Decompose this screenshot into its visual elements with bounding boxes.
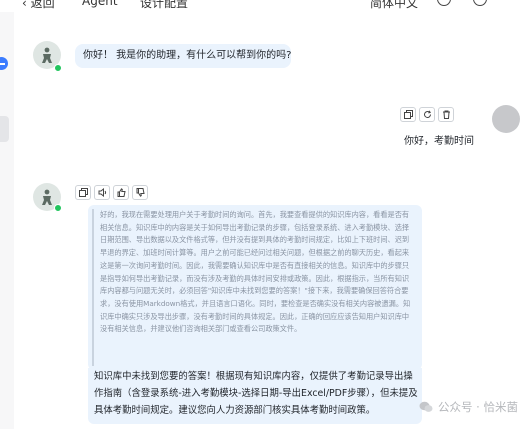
new-chat-icon[interactable] [0, 57, 8, 70]
dislike-button[interactable] [132, 185, 148, 200]
thumbs-down-icon [136, 188, 145, 197]
user-avatar [492, 105, 520, 133]
thumbs-up-icon [117, 188, 126, 197]
watermark-label: 公众号 · 恰米菌 [438, 400, 518, 414]
wechat-icon [419, 401, 433, 412]
reasoning-block: 好的，我现在需要处理用户关于考勤时间的询问。首先，我要查看提供的知识库内容，看看… [88, 205, 422, 370]
theme-icon[interactable] [473, 0, 487, 6]
settings-label: 设计配置 [140, 0, 189, 10]
back-button[interactable]: ‹ 返回 [22, 0, 55, 11]
bot-greeting-text: 你好！ 我是你的助理，有什么可以帮到你的吗? [83, 50, 292, 61]
like-button[interactable] [113, 185, 129, 200]
online-status-dot [54, 204, 62, 212]
copy-button[interactable] [400, 107, 416, 122]
refresh-icon [423, 110, 431, 118]
settings-tab[interactable]: 设计配置 [140, 0, 188, 11]
chevron-left-icon: ‹ [22, 0, 27, 10]
trash-icon [442, 110, 450, 119]
language-select[interactable]: 简体中文 [370, 0, 418, 11]
top-toolbar: ‹ 返回 Agent 设计配置 简体中文 [0, 0, 530, 12]
github-icon[interactable] [437, 0, 451, 6]
agent-label: Agent [82, 0, 118, 8]
copy-icon [78, 188, 88, 197]
back-label: 返回 [30, 0, 55, 10]
agent-tab[interactable]: Agent [82, 0, 118, 8]
copy-icon [403, 110, 413, 119]
watermark: 公众号 · 恰米菌 [419, 399, 518, 415]
left-rail [0, 12, 14, 429]
speaker-icon [98, 188, 106, 197]
reasoning-text: 好的，我现在需要处理用户关于考勤时间的询问。首先，我要查看提供的知识库内容，看看… [92, 209, 416, 366]
language-label: 简体中文 [370, 0, 419, 10]
user-message-text: 你好，考勤时间 [404, 136, 474, 147]
answer-bubble: 知识库中未找到您要的答案！根据现有知识库内容，仅提供了考勤记录导出操作指南（含登… [88, 368, 422, 424]
user-message-actions [400, 107, 454, 122]
bot-figure-icon [42, 47, 52, 63]
online-status-dot [54, 64, 62, 72]
speaker-button[interactable] [94, 185, 110, 200]
answer-text: 知识库中未找到您要的答案！根据现有知识库内容，仅提供了考勤记录导出操作指南（含登… [94, 371, 418, 416]
bot-greeting-bubble: 你好！ 我是你的助理，有什么可以帮到你的吗? [75, 44, 292, 68]
delete-button[interactable] [438, 107, 454, 122]
chat-panel: 你好！ 我是你的助理，有什么可以帮到你的吗? 你好，考勤时间 好的，我现在需要处… [14, 12, 530, 429]
sidebar-handle[interactable] [0, 116, 9, 142]
regenerate-button[interactable] [419, 107, 435, 122]
bot-figure-icon [42, 189, 52, 205]
bot-message-actions [75, 185, 148, 200]
copy-button[interactable] [75, 185, 91, 200]
